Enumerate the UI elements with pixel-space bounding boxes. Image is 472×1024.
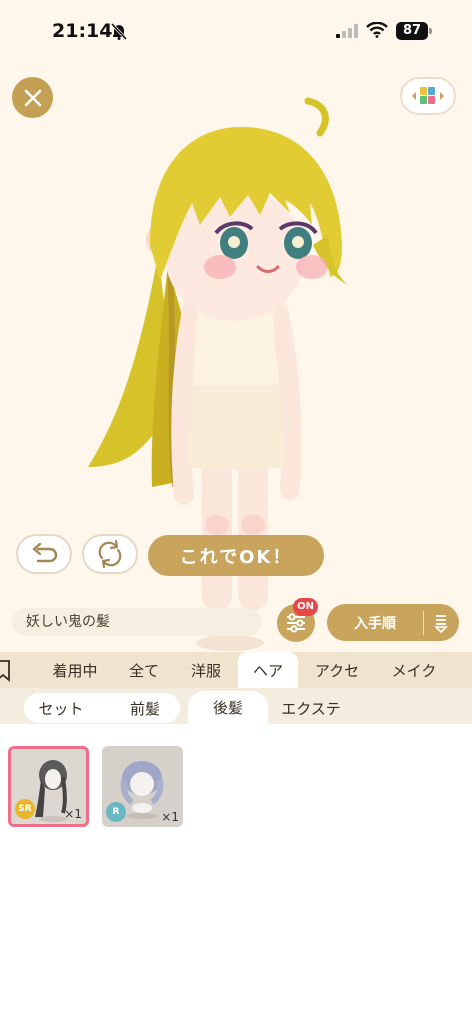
subtab-set[interactable]: セット [28,693,94,723]
item-count: ×1 [161,810,179,824]
color-palette-button[interactable] [400,77,456,115]
sort-label: 入手順 [354,615,396,632]
tab-accessories[interactable]: アクセ [304,652,370,688]
rarity-badge-sr: SR [15,799,35,819]
swap-pose-button[interactable] [82,534,138,574]
item-card[interactable]: R ×1 [102,746,183,827]
subtab-extensions[interactable]: エクステ [276,693,346,723]
battery-indicator: 87 [396,22,428,40]
tab-wearing[interactable]: 着用中 [44,652,106,688]
status-bar: 21:14 87 [0,0,472,62]
rarity-badge-r: R [106,802,126,822]
close-button[interactable] [12,77,53,118]
tab-hair[interactable]: ヘア [238,652,298,688]
hair-subcategory-bar: セット 前髪 後髪 エクステ [0,688,472,724]
undo-button[interactable] [16,534,72,574]
undo-icon [32,543,58,563]
rotate-icon [98,540,122,568]
item-grid: SR ×1 R ×1 [0,724,472,1024]
subtab-back-hair[interactable]: 後髪 [188,691,268,724]
wifi-icon [366,22,388,38]
close-icon [24,89,41,106]
sort-order-icon[interactable] [424,612,458,634]
battery-cap [429,28,432,34]
selected-item-name: 妖しい鬼の髪 [12,608,262,636]
color-palette-icon [412,87,444,104]
category-tab-bar: 着用中 全て 洋服 ヘア アクセ メイク [0,652,472,688]
tab-all[interactable]: 全て [116,652,172,688]
tab-clothes[interactable]: 洋服 [178,652,234,688]
cellular-signal-icon [336,24,358,38]
sort-button[interactable]: 入手順 [327,604,459,641]
subtab-front-hair[interactable]: 前髪 [112,693,178,723]
avatar-stage: 21:14 87 これでOK！ 妖しい鬼の髪 ON 入手順 [0,0,472,652]
item-card-selected[interactable]: SR ×1 [8,746,89,827]
status-time: 21:14 [52,20,113,42]
item-count: ×1 [64,807,82,821]
filter-on-badge: ON [293,598,318,616]
tab-makeup[interactable]: メイク [382,652,446,688]
bookmark-icon[interactable] [0,660,10,682]
confirm-ok-button[interactable]: これでOK！ [148,535,324,576]
silent-bell-icon [110,22,128,40]
